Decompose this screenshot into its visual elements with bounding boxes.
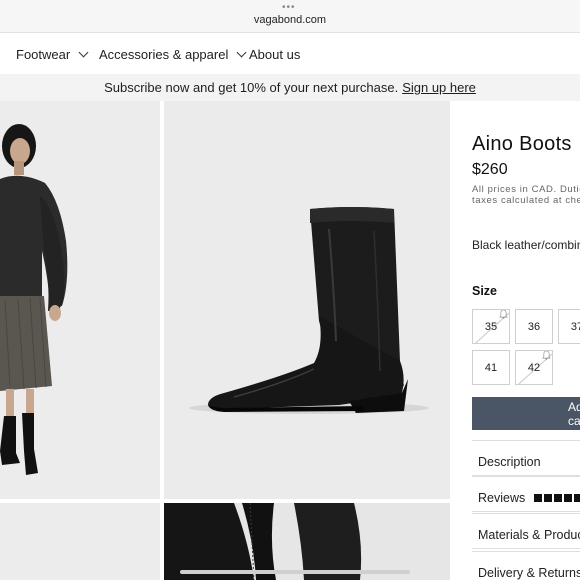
accordion-description-label: Description [478, 454, 541, 469]
accordion-description[interactable]: Description [472, 440, 580, 476]
product-price: $260 [472, 161, 508, 178]
accordion-delivery[interactable]: Delivery & Returns [472, 551, 580, 580]
browser-menu-dots[interactable]: ••• [282, 3, 296, 13]
nav-about-label: About us [249, 47, 301, 62]
boot-closeup-illustration [164, 503, 450, 580]
star-icon [534, 493, 543, 502]
browser-url-bar: ••• vagabond.com [0, 0, 580, 33]
nav-accessories-label: Accessories & apparel [99, 47, 229, 62]
accordion-materials-label: Materials & Product care [478, 527, 580, 542]
boot-illustration [164, 101, 450, 499]
signup-link[interactable]: Sign up here [402, 80, 476, 95]
browser-url[interactable]: vagabond.com [0, 14, 580, 26]
size-37-label: 37 [570, 320, 580, 333]
product-color: Black leather/combination [472, 238, 580, 252]
star-icon [564, 493, 573, 502]
size-37-button[interactable]: 37 [558, 309, 580, 344]
star-icon [544, 493, 553, 502]
size-41-label: 41 [484, 361, 498, 374]
scroll-indicator[interactable] [180, 570, 410, 574]
accordion-reviews-label: Reviews [478, 490, 526, 505]
promo-text: Subscribe now and get 10% of your next p… [104, 80, 399, 95]
nav-about-us[interactable]: About us [249, 47, 300, 62]
size-36-label: 36 [527, 320, 541, 333]
accordion-materials[interactable]: Materials & Product care [472, 513, 580, 549]
model-illustration [0, 101, 160, 499]
main-nav: Footwear Accessories & apparel About us [0, 34, 580, 74]
star-icon [574, 493, 580, 502]
product-info: Aino Boots $260 All prices in CAD. Dutie… [472, 101, 580, 580]
nav-accessories[interactable]: Accessories & apparel [99, 47, 247, 62]
accordion-reviews[interactable]: Reviews [472, 476, 580, 512]
nav-footwear-label: Footwear [16, 47, 71, 62]
size-label: Size [472, 284, 498, 298]
accordion-delivery-label: Delivery & Returns [478, 565, 580, 580]
size-42-label: 42 [527, 361, 541, 374]
bell-icon [499, 310, 508, 319]
bell-icon [542, 351, 551, 360]
price-note: All prices in CAD. Duties & taxes calcul… [472, 184, 580, 206]
boot-product-photo[interactable] [164, 101, 450, 499]
size-41-button[interactable]: 41 [472, 350, 510, 385]
add-to-cart-label: Add to cart [568, 399, 580, 428]
star-icon [554, 493, 563, 502]
product-title: Aino Boots [472, 133, 572, 155]
chevron-down-icon [78, 47, 89, 58]
nav-footwear[interactable]: Footwear [16, 47, 89, 62]
size-35-button[interactable]: 35 [472, 309, 510, 344]
size-35-label: 35 [484, 320, 498, 333]
promo-banner: Subscribe now and get 10% of your next p… [0, 74, 580, 101]
rating-stars [534, 493, 580, 502]
size-36-button[interactable]: 36 [515, 309, 553, 344]
chevron-down-icon [236, 47, 247, 58]
add-to-cart-button[interactable]: Add to cart [472, 397, 580, 430]
gallery-photo-3[interactable] [0, 503, 160, 580]
gallery-photo-4[interactable] [164, 503, 450, 580]
size-42-button[interactable]: 42 [515, 350, 553, 385]
model-photo[interactable] [0, 101, 160, 499]
